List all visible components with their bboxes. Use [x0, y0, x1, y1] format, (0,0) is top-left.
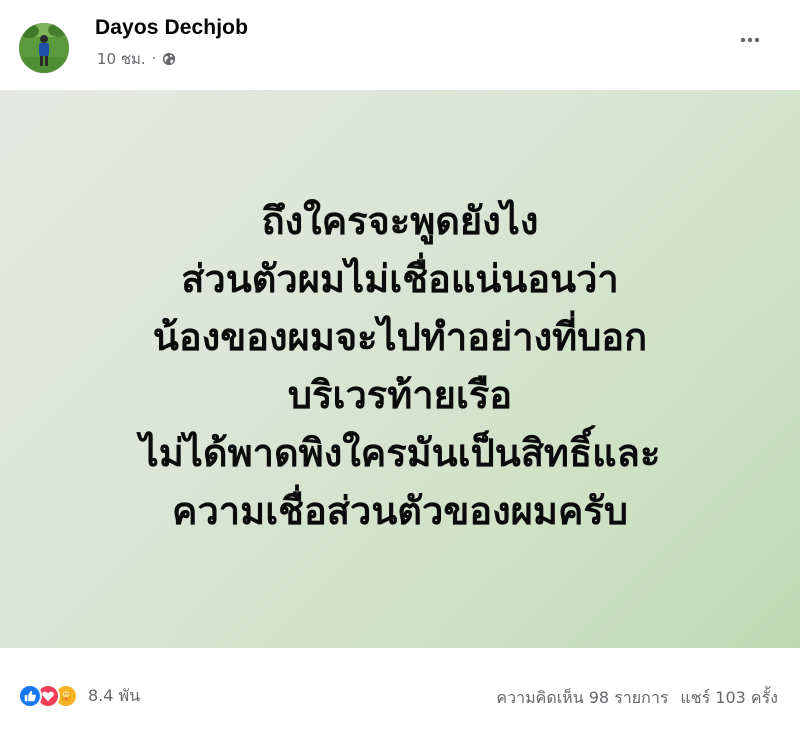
- post-footer: 8.4 พัน ความคิดเห็น 98 รายการ แชร์ 103 ค…: [0, 648, 800, 730]
- facebook-post: Dayos Dechjob 10 ชม. · ถึงใครจะพูดยังไง …: [0, 0, 800, 730]
- post-header: Dayos Dechjob 10 ชม. ·: [0, 0, 800, 90]
- post-meta: 10 ชม. ·: [97, 48, 176, 70]
- post-text-line: น้องของผมจะไปทำอย่างที่บอก: [152, 315, 648, 359]
- post-text-line: ส่วนตัวผมไม่เชื่อแน่นอนว่า: [181, 257, 619, 301]
- globe-icon[interactable]: [162, 52, 176, 66]
- post-text-line: ไม่ได้พาดพิงใครมันเป็นสิทธิ์และ: [139, 431, 661, 475]
- post-text: ถึงใครจะพูดยังไง ส่วนตัวผมไม่เชื่อแน่นอน…: [20, 192, 780, 540]
- post-text-line: ความเชื่อส่วนตัวของผมครับ: [172, 489, 628, 533]
- background-text-post: ถึงใครจะพูดยังไง ส่วนตัวผมไม่เชื่อแน่นอน…: [0, 90, 800, 648]
- post-options-button[interactable]: [730, 24, 770, 56]
- avatar-photo: [19, 23, 69, 73]
- shares-count-link[interactable]: แชร์ 103 ครั้ง: [680, 686, 778, 711]
- engagement-stats: ความคิดเห็น 98 รายการ แชร์ 103 ครั้ง: [496, 686, 778, 711]
- reaction-count[interactable]: 8.4 พัน: [88, 684, 140, 709]
- post-text-line: ถึงใครจะพูดยังไง: [261, 199, 539, 243]
- reactions-summary[interactable]: 8.4 พัน: [18, 684, 140, 708]
- author-avatar[interactable]: [19, 23, 69, 73]
- post-text-line: บริเวรท้ายเรือ: [287, 373, 513, 417]
- comments-count-link[interactable]: ความคิดเห็น 98 รายการ: [496, 686, 668, 711]
- ellipsis-icon: [740, 37, 760, 43]
- like-icon: [18, 684, 42, 708]
- meta-separator: ·: [151, 51, 157, 67]
- author-name[interactable]: Dayos Dechjob: [95, 16, 248, 40]
- post-timestamp[interactable]: 10 ชม.: [97, 47, 146, 71]
